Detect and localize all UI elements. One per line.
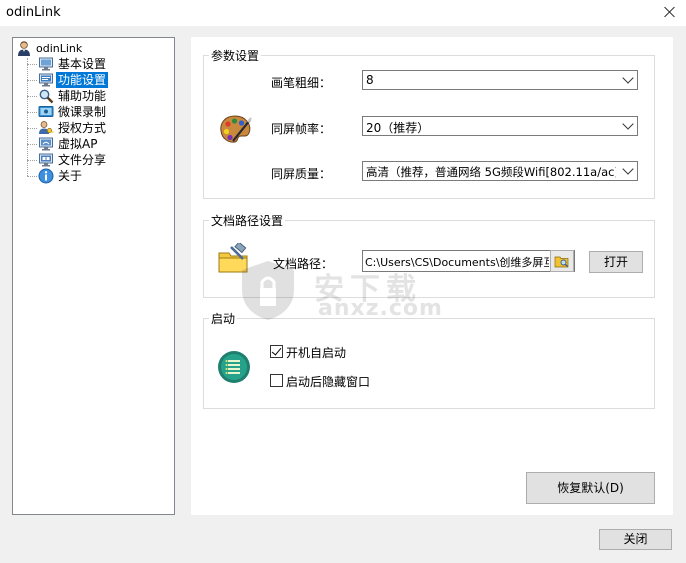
settings-screen-icon [39, 73, 53, 87]
pen-width-select[interactable]: 8 [362, 70, 638, 90]
chevron-down-icon [622, 72, 634, 84]
autostart-checkbox[interactable] [270, 345, 283, 358]
user-icon [18, 41, 30, 56]
fps-select[interactable]: 20（推荐） [362, 116, 638, 136]
window-title: odinLink [6, 5, 61, 20]
quality-value: 高清（推荐，普通网络 5G频段Wifi[802.11a/ac]） [366, 165, 616, 179]
palette-icon [220, 115, 253, 143]
magnifier-icon [39, 89, 54, 104]
tree-item-label: 辅助功能 [58, 89, 107, 103]
nav-tree[interactable]: odinLink 基本设置 功能设置 辅助功能 微课录制 授权方式 虚拟AP 文… [12, 37, 175, 515]
docpath-group-title: 文档路径设置 [209, 212, 286, 229]
title-bar: odinLink [0, 0, 686, 26]
tree-item-label: 授权方式 [58, 121, 107, 135]
tree-item-record[interactable]: 微课录制 [27, 104, 167, 120]
tree-item-license[interactable]: 授权方式 [27, 120, 167, 136]
chevron-down-icon [622, 163, 634, 175]
screen-record-icon [38, 106, 54, 117]
tree-root-label: odinLink [36, 42, 83, 55]
hide-on-start-label[interactable]: 启动后隐藏窗口 [286, 373, 370, 390]
tree-item-label: 微课录制 [58, 105, 107, 119]
tree-item-virtual-ap[interactable]: 虚拟AP [27, 136, 167, 152]
chevron-down-icon [622, 118, 634, 130]
tree-item-label: 关于 [58, 169, 83, 183]
share-screen-icon [39, 153, 53, 167]
pen-width-label: 画笔粗细： [271, 76, 332, 90]
settings-panel: 参数设置 画笔粗细： 8 同屏帧率： 20（推荐） 同屏质量： 高清（推荐，普通… [191, 37, 673, 515]
startup-group [203, 318, 655, 409]
restore-default-button[interactable]: 恢复默认(D) [526, 472, 655, 504]
browse-button[interactable] [550, 250, 574, 272]
tree-item-label: 虚拟AP [58, 137, 98, 151]
tree-item-basic[interactable]: 基本设置 [27, 56, 167, 72]
tree-item-label: 文件分享 [58, 153, 107, 167]
window-close-icon[interactable] [655, 0, 686, 26]
tree-item-file-share[interactable]: 文件分享 [27, 152, 167, 168]
tree-item-function[interactable]: 功能设置 [27, 72, 167, 88]
network-icon [39, 137, 53, 151]
quality-select[interactable]: 高清（推荐，普通网络 5G频段Wifi[802.11a/ac]） [362, 161, 638, 181]
folder-search-icon [554, 256, 569, 268]
docpath-input[interactable]: C:\Users\CS\Documents\创维多屏互动 [362, 250, 575, 272]
fps-value: 20（推荐） [366, 121, 430, 135]
docpath-label: 文档路径： [273, 257, 334, 271]
folder-tools-icon [218, 243, 248, 273]
monitor-icon [39, 57, 53, 71]
params-group-title: 参数设置 [209, 47, 262, 64]
pen-width-value: 8 [366, 73, 374, 87]
open-button[interactable]: 打开 [589, 251, 643, 273]
tree-item-label: 功能设置 [56, 72, 109, 88]
close-button[interactable]: 关闭 [599, 529, 672, 550]
info-icon [38, 168, 54, 184]
tree-item-assist[interactable]: 辅助功能 [27, 88, 167, 104]
tree-item-about[interactable]: 关于 [27, 168, 167, 184]
startup-group-title: 启动 [209, 310, 238, 327]
tree-item-label: 基本设置 [58, 57, 107, 71]
hide-on-start-checkbox[interactable] [270, 374, 283, 387]
user-key-icon [39, 121, 54, 134]
startup-app-icon [218, 351, 250, 383]
fps-label: 同屏帧率： [271, 122, 332, 136]
autostart-label[interactable]: 开机自启动 [286, 344, 346, 361]
quality-label: 同屏质量： [271, 167, 332, 181]
docpath-value: C:\Users\CS\Documents\创维多屏互动 [365, 256, 549, 269]
